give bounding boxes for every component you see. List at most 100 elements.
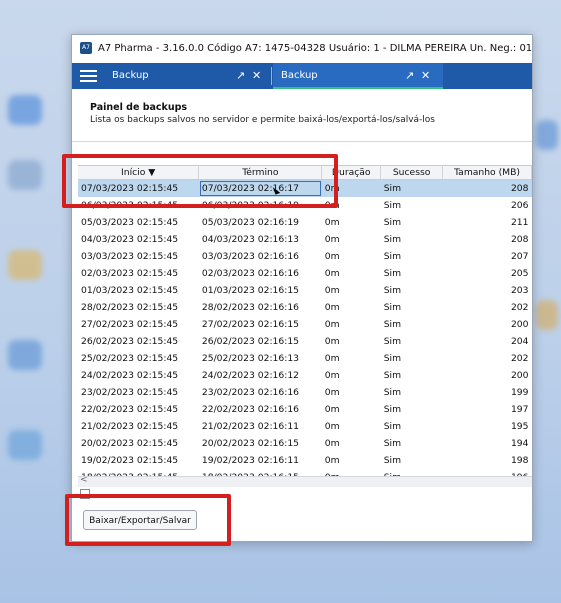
menu-icon[interactable]	[80, 70, 97, 82]
cell-duracao: 0m	[324, 336, 340, 347]
table-row[interactable]: 28/02/2023 02:15:45 28/02/2023 02:16:16 0m…	[78, 299, 532, 316]
cell-duracao: 0m	[324, 387, 340, 398]
table-row[interactable]: 24/02/2023 02:15:45 24/02/2023 02:16:12 0m…	[78, 367, 532, 384]
cell-inicio: 05/03/2023 02:15:45	[81, 217, 179, 228]
table-row[interactable]: 25/02/2023 02:15:45 25/02/2023 02:16:13 0m…	[78, 350, 532, 367]
cell-inicio: 02/03/2023 02:15:45	[81, 268, 179, 279]
table-row[interactable]: 05/03/2023 02:15:45 05/03/2023 02:16:19 0m…	[78, 214, 532, 231]
tab-bar: Backup ↗ ✕ Backup ↗ ✕	[72, 63, 532, 89]
cell-termino: 25/02/2023 02:16:13	[201, 353, 300, 364]
cell-inicio: 03/03/2023 02:15:45	[81, 251, 179, 262]
cell-sucesso: Sim	[383, 353, 402, 364]
panel-description: Lista os backups salvos no servidor e pe…	[90, 115, 435, 125]
cell-tamanho: 194	[510, 438, 529, 449]
cell-tamanho: 198	[510, 455, 529, 466]
cell-tamanho: 207	[510, 251, 529, 262]
table-row[interactable]: 23/02/2023 02:15:45 23/02/2023 02:16:16 0m…	[78, 384, 532, 401]
table-row[interactable]: 27/02/2023 02:15:45 27/02/2023 02:16:15 0m…	[78, 316, 532, 333]
cell-tamanho: 203	[510, 285, 529, 296]
panel-title: Painel de backups	[90, 102, 188, 113]
window-titlebar: A7 A7 Pharma - 3.16.0.0 Código A7: 1475-…	[72, 35, 532, 61]
cell-tamanho: 211	[510, 217, 529, 228]
tab-divider	[271, 67, 272, 85]
cell-sucesso: Sim	[383, 319, 402, 330]
cell-termino: 26/02/2023 02:16:15	[201, 336, 300, 347]
cell-tamanho: 208	[510, 234, 529, 245]
cell-tamanho: 202	[510, 353, 529, 364]
backups-table[interactable]: Início ▼ Término Duração Sucesso Tamanho…	[78, 165, 532, 487]
close-icon[interactable]: ✕	[421, 63, 430, 89]
desktop-icon	[8, 95, 42, 125]
cell-sucesso: Sim	[383, 370, 402, 381]
highlight-box-table-header	[62, 154, 338, 208]
table-row[interactable]: 20/02/2023 02:15:45 20/02/2023 02:16:15 0m…	[78, 435, 532, 452]
cell-duracao: 0m	[324, 404, 340, 415]
cell-inicio: 24/02/2023 02:15:45	[81, 370, 179, 381]
cell-sucesso: Sim	[383, 302, 402, 313]
cell-termino: 23/02/2023 02:16:16	[201, 387, 300, 398]
desktop-icon	[8, 250, 42, 280]
cell-inicio: 20/02/2023 02:15:45	[81, 438, 179, 449]
cell-inicio: 23/02/2023 02:15:45	[81, 387, 179, 398]
table-row[interactable]: 02/03/2023 02:15:45 02/03/2023 02:16:16 0m…	[78, 265, 532, 282]
tab-backup-2[interactable]: Backup ↗ ✕	[273, 63, 443, 89]
cell-termino: 01/03/2023 02:16:15	[201, 285, 300, 296]
cell-duracao: 0m	[324, 370, 340, 381]
pin-icon[interactable]: ↗	[236, 63, 245, 89]
close-icon[interactable]: ✕	[252, 63, 261, 89]
cell-tamanho: 208	[442, 179, 532, 197]
cell-termino: 24/02/2023 02:16:12	[201, 370, 300, 381]
divider	[72, 141, 532, 142]
desktop-icon	[8, 430, 42, 460]
cell-inicio: 04/03/2023 02:15:45	[81, 234, 179, 245]
app-logo-icon: A7	[80, 42, 92, 54]
cell-duracao: 0m	[324, 421, 340, 432]
cell-termino: 27/02/2023 02:16:15	[201, 319, 300, 330]
cell-termino: 21/02/2023 02:16:11	[201, 421, 300, 432]
desktop-icon	[536, 120, 558, 150]
cell-sucesso: Sim	[383, 421, 402, 432]
cell-sucesso: Sim	[383, 268, 402, 279]
cell-tamanho: 204	[510, 336, 529, 347]
table-row[interactable]: 01/03/2023 02:15:45 01/03/2023 02:16:15 0m…	[78, 282, 532, 299]
cell-inicio: 01/03/2023 02:15:45	[81, 285, 179, 296]
cell-duracao: 0m	[324, 285, 340, 296]
cell-inicio: 27/02/2023 02:15:45	[81, 319, 179, 330]
tab-backup-1[interactable]: Backup ↗ ✕	[112, 63, 272, 89]
cell-inicio: 26/02/2023 02:15:45	[81, 336, 179, 347]
table-row[interactable]: 03/03/2023 02:15:45 03/03/2023 02:16:16 0m…	[78, 248, 532, 265]
column-header-sucesso[interactable]: Sucesso	[380, 166, 444, 180]
cell-inicio: 25/02/2023 02:15:45	[81, 353, 179, 364]
app-window: A7 A7 Pharma - 3.16.0.0 Código A7: 1475-…	[71, 34, 533, 542]
cell-sucesso: Sim	[383, 251, 402, 262]
cell-duracao: 0m	[324, 319, 340, 330]
scroll-left-icon[interactable]: <	[80, 475, 88, 485]
cell-sucesso: Sim	[383, 217, 402, 228]
cell-termino: 05/03/2023 02:16:19	[201, 217, 300, 228]
tab-label: Backup	[281, 70, 318, 81]
cell-sucesso: Sim	[383, 387, 402, 398]
table-row[interactable]: 26/02/2023 02:15:45 26/02/2023 02:16:15 0m…	[78, 333, 532, 350]
column-header-tamanho[interactable]: Tamanho (MB)	[442, 166, 532, 180]
cell-duracao: 0m	[324, 268, 340, 279]
cell-tamanho: 195	[510, 421, 529, 432]
horizontal-scrollbar[interactable]: <	[78, 475, 532, 487]
cell-tamanho: 206	[510, 200, 529, 211]
table-row[interactable]: 22/02/2023 02:15:45 22/02/2023 02:16:16 0m…	[78, 401, 532, 418]
table-row[interactable]: 19/02/2023 02:15:45 19/02/2023 02:16:11 0m…	[78, 452, 532, 469]
pin-icon[interactable]: ↗	[405, 63, 414, 89]
cell-tamanho: 200	[510, 370, 529, 381]
cell-sucesso: Sim	[383, 404, 402, 415]
desktop-icon	[536, 300, 558, 330]
cell-duracao: 0m	[324, 353, 340, 364]
cell-sucesso: Sim	[383, 438, 402, 449]
cell-termino: 28/02/2023 02:16:16	[201, 302, 300, 313]
cell-duracao: 0m	[324, 234, 340, 245]
cell-termino: 22/02/2023 02:16:16	[201, 404, 300, 415]
table-row[interactable]: 21/02/2023 02:15:45 21/02/2023 02:16:11 0m…	[78, 418, 532, 435]
cell-sucesso: Sim	[383, 200, 402, 211]
table-row[interactable]: 04/03/2023 02:15:45 04/03/2023 02:16:13 0m…	[78, 231, 532, 248]
cell-termino: 20/02/2023 02:16:15	[201, 438, 300, 449]
desktop-icon	[8, 340, 42, 370]
cell-duracao: 0m	[324, 438, 340, 449]
